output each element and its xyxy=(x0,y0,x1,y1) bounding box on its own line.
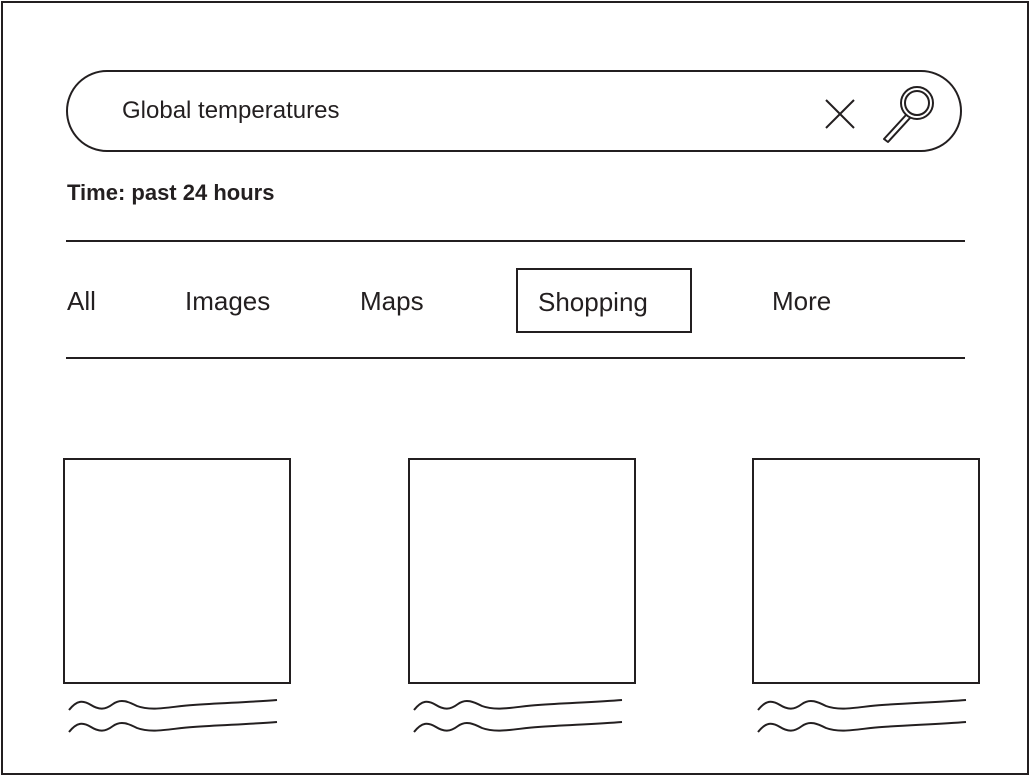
tab-images[interactable]: Images xyxy=(185,284,270,318)
close-icon[interactable] xyxy=(820,94,860,134)
tab-maps[interactable]: Maps xyxy=(360,284,424,318)
search-icon[interactable] xyxy=(880,82,938,144)
result-thumbnail xyxy=(752,458,980,684)
tab-more[interactable]: More xyxy=(772,284,831,318)
search-bar xyxy=(66,70,962,152)
result-card-1[interactable] xyxy=(63,458,291,742)
result-caption-placeholder xyxy=(413,699,623,733)
tab-shopping[interactable]: Shopping xyxy=(516,268,692,333)
result-thumbnail xyxy=(63,458,291,684)
tab-shopping-label: Shopping xyxy=(538,287,648,317)
divider-top xyxy=(66,240,965,242)
result-thumbnail xyxy=(408,458,636,684)
search-input[interactable] xyxy=(122,90,762,132)
result-caption-placeholder xyxy=(757,699,967,733)
time-filter[interactable]: Time: past 24 hours xyxy=(67,180,274,206)
result-caption-placeholder xyxy=(68,699,278,733)
result-card-2[interactable] xyxy=(408,458,636,742)
result-card-3[interactable] xyxy=(752,458,980,742)
divider-bottom xyxy=(66,357,965,359)
tab-all[interactable]: All xyxy=(67,284,96,318)
